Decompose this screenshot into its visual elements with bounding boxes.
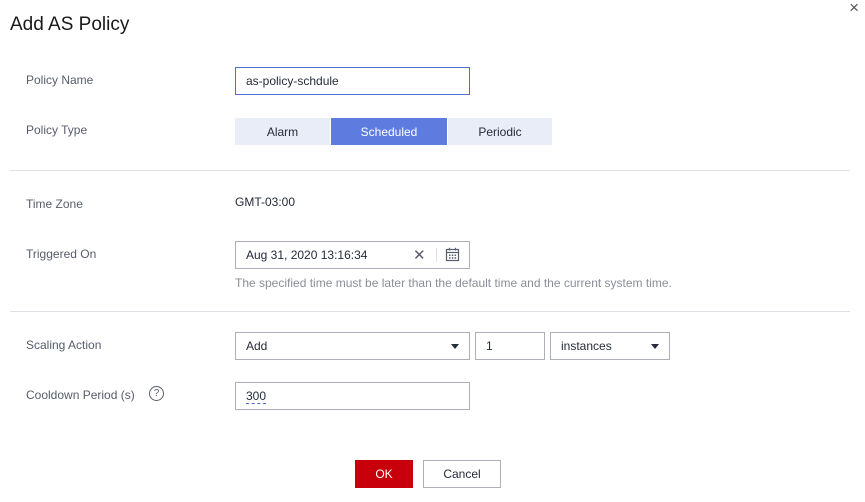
clear-icon[interactable]: ✕	[413, 246, 426, 264]
scaling-action-select[interactable]: Add	[235, 332, 470, 360]
cooldown-value: 300	[246, 388, 267, 404]
divider	[436, 248, 437, 262]
cooldown-label: Cooldown Period (s)	[26, 388, 135, 402]
time-zone-label: Time Zone	[26, 197, 83, 211]
policy-name-value: as-policy-schdule	[246, 74, 339, 88]
calendar-icon[interactable]	[445, 247, 460, 265]
chevron-down-icon	[651, 344, 659, 349]
triggered-on-hint: The specified time must be later than th…	[235, 276, 672, 290]
instance-count-input[interactable]: 1	[475, 332, 545, 360]
policy-type-scheduled-option[interactable]: Scheduled	[331, 118, 447, 145]
instance-unit-select[interactable]: instances	[550, 332, 670, 360]
policy-type-label: Policy Type	[26, 123, 88, 137]
close-icon[interactable]: ×	[849, 0, 859, 18]
policy-name-input[interactable]: as-policy-schdule	[235, 67, 470, 95]
triggered-on-datepicker[interactable]: Aug 31, 2020 13:16:34 ✕	[235, 241, 470, 269]
scaling-action-value: Add	[246, 339, 268, 353]
cancel-button[interactable]: Cancel	[423, 460, 501, 488]
scaling-action-label: Scaling Action	[26, 338, 102, 352]
policy-type-alarm-option[interactable]: Alarm	[235, 118, 330, 145]
time-zone-value: GMT-03:00	[235, 195, 296, 209]
cooldown-input[interactable]: 300	[235, 382, 470, 410]
ok-button[interactable]: OK	[355, 460, 413, 488]
triggered-on-value: Aug 31, 2020 13:16:34	[246, 248, 368, 262]
instance-count-value: 1	[486, 339, 493, 353]
dialog-title: Add AS Policy	[10, 14, 130, 35]
policy-type-periodic-option[interactable]: Periodic	[448, 118, 552, 145]
help-icon[interactable]: ?	[149, 386, 164, 401]
section-divider	[10, 311, 850, 312]
policy-name-label: Policy Name	[26, 73, 94, 87]
section-divider	[10, 170, 850, 171]
chevron-down-icon	[451, 344, 459, 349]
instance-unit-value: instances	[561, 339, 612, 353]
triggered-on-label: Triggered On	[26, 247, 97, 261]
